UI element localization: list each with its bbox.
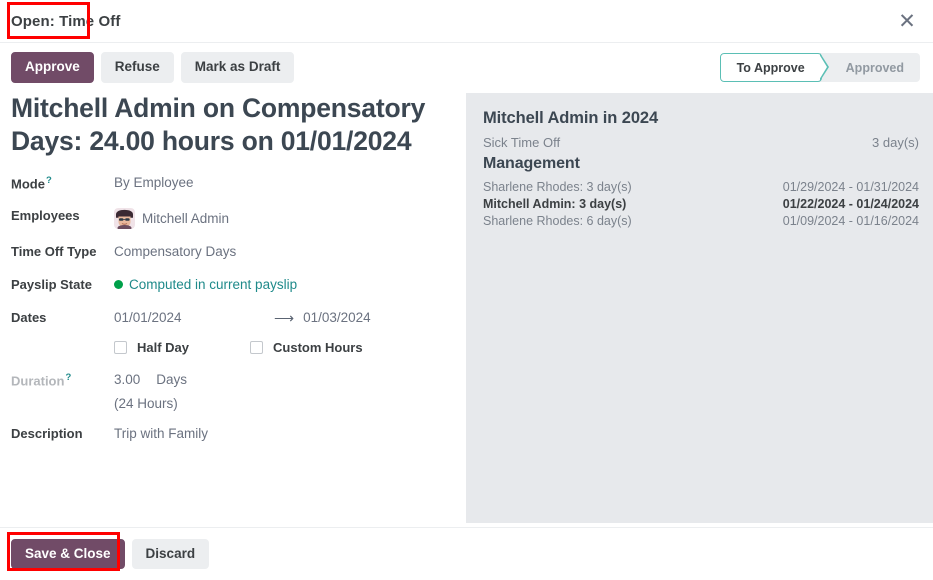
day-options-row: Half Day Custom Hours [114,340,456,355]
dialog-title: Open: Time Off [11,13,120,30]
status-dot-icon [114,280,123,289]
field-row-payslip-state: Payslip State Computed in current paysli… [11,276,456,295]
side-panel-summary: Sick Time Off 3 day(s) [483,135,919,150]
half-day-label[interactable]: Half Day [137,340,189,355]
list-item-who: Sharlene Rhodes: 6 day(s) [483,214,632,228]
list-item[interactable]: Sharlene Rhodes: 6 day(s) 01/09/2024 - 0… [483,212,919,229]
dialog-header: Open: Time Off ✕ [0,0,933,43]
half-day-checkbox[interactable] [114,341,127,354]
list-item-range: 01/09/2024 - 01/16/2024 [783,214,919,228]
user-avatar-icon [114,208,135,229]
employees-value-text: Mitchell Admin [142,211,229,226]
side-panel-title: Mitchell Admin in 2024 [483,109,919,128]
arrow-right-icon: ⟶ [274,311,294,325]
payslip-state-label: Payslip State [11,276,114,292]
dates-label: Dates [11,309,114,325]
description-label: Description [11,425,114,441]
side-panel-summary-label: Sick Time Off [483,135,560,150]
date-from-input[interactable]: 01/01/2024 [114,310,274,325]
status-step-to-approve[interactable]: To Approve [720,53,822,82]
employees-value-wrap[interactable]: Mitchell Admin [114,207,229,229]
date-to-input[interactable]: 01/03/2024 [303,310,371,325]
list-item-who: Sharlene Rhodes: 3 day(s) [483,180,632,194]
field-row-employees: Employees Mit [11,207,456,229]
custom-hours-group: Custom Hours [250,340,363,355]
mark-as-draft-button[interactable]: Mark as Draft [181,52,295,83]
half-day-group: Half Day [114,340,189,355]
side-panel: Mitchell Admin in 2024 Sick Time Off 3 d… [466,93,933,523]
field-row-description: Description Trip with Family [11,425,456,444]
refuse-button[interactable]: Refuse [101,52,174,83]
time-off-dialog: Open: Time Off ✕ Approve Refuse Mark as … [0,0,933,580]
payslip-state-value: Computed in current payslip [129,277,297,292]
status-pipeline: To Approve Approved [720,53,920,82]
list-item[interactable]: Sharlene Rhodes: 3 day(s) 01/29/2024 - 0… [483,178,919,195]
approve-button[interactable]: Approve [11,52,94,83]
payslip-state-value-wrap: Computed in current payslip [114,276,297,292]
mode-help-icon[interactable]: ? [46,175,52,186]
field-row-time-off-type: Time Off Type Compensatory Days [11,243,456,262]
mode-label: Mode? [11,174,114,191]
employees-label: Employees [11,207,114,223]
side-panel-summary-value: 3 day(s) [872,135,919,150]
time-off-type-label: Time Off Type [11,243,114,259]
dates-value-wrap: 01/01/2024 ⟶ 01/03/2024 [114,309,371,325]
time-off-type-value[interactable]: Compensatory Days [114,243,236,259]
duration-value-wrap: 3.00 Days [114,371,187,387]
close-icon[interactable]: ✕ [894,8,920,34]
discard-button[interactable]: Discard [132,539,210,570]
list-item[interactable]: Mitchell Admin: 3 day(s) 01/22/2024 - 01… [483,195,919,212]
dialog-body: Mitchell Admin on Compensatory Days: 24.… [0,93,933,527]
duration-label: Duration? [11,371,114,388]
description-value[interactable]: Trip with Family [114,425,208,441]
mode-label-text: Mode [11,177,45,192]
dialog-footer: Save & Close Discard [0,527,933,580]
field-row-duration: Duration? 3.00 Days [11,371,456,390]
list-item-range: 01/29/2024 - 01/31/2024 [783,180,919,194]
duration-help-icon[interactable]: ? [65,372,71,383]
form-column: Mitchell Admin on Compensatory Days: 24.… [0,93,466,527]
duration-number[interactable]: 3.00 [114,372,140,387]
save-and-close-button[interactable]: Save & Close [11,539,125,570]
duration-label-text: Duration [11,374,64,389]
custom-hours-label[interactable]: Custom Hours [273,340,363,355]
side-panel-group-title: Management [483,155,919,173]
list-item-range: 01/22/2024 - 01/24/2024 [783,197,919,211]
field-row-dates: Dates 01/01/2024 ⟶ 01/03/2024 [11,309,456,328]
action-toolbar: Approve Refuse Mark as Draft To Approve … [0,43,933,93]
status-step-approved[interactable]: Approved [822,53,920,82]
duration-hours: (24 Hours) [114,396,456,411]
mode-value[interactable]: By Employee [114,174,194,190]
record-title: Mitchell Admin on Compensatory Days: 24.… [11,92,456,157]
duration-unit: Days [156,372,187,387]
custom-hours-checkbox[interactable] [250,341,263,354]
list-item-who: Mitchell Admin: 3 day(s) [483,197,626,211]
field-row-mode: Mode? By Employee [11,174,456,193]
